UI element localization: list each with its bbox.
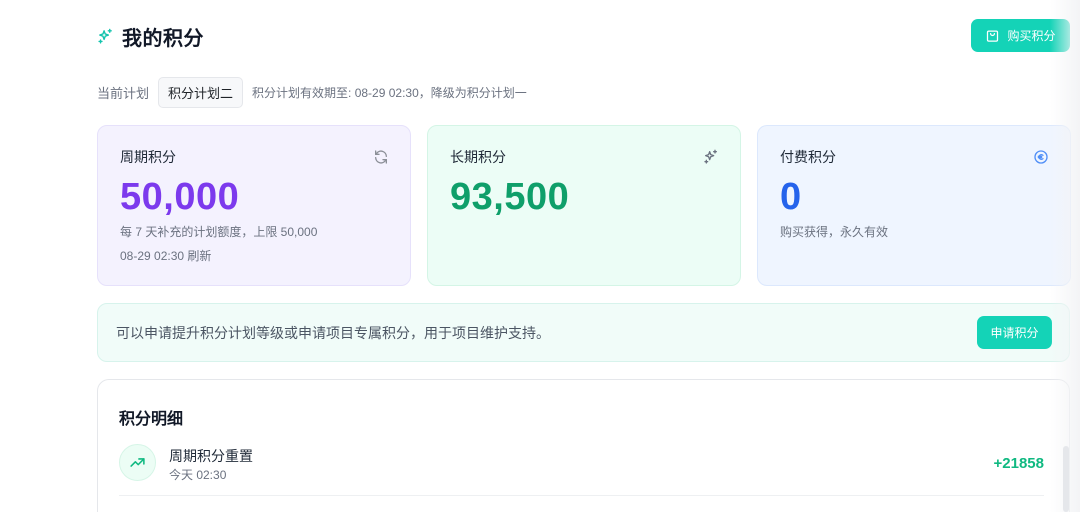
details-title: 积分明细: [119, 411, 184, 428]
scrollbar-thumb[interactable]: [1063, 446, 1069, 512]
points-page: 我的积分 购买积分 当前计划 积分计划二 积分计划有效期至: 08-29 02:…: [0, 0, 1080, 512]
long-term-points-card: 长期积分 93,500: [427, 125, 741, 286]
card-value: 50,000: [120, 176, 240, 218]
refresh-icon[interactable]: [373, 149, 389, 165]
plan-expiry-note: 积分计划有效期至: 08-29 02:30，降级为积分计划一: [252, 86, 527, 100]
points-details-panel: 积分明细 周期积分重置 今天 02:30 +21858: [97, 379, 1070, 512]
card-value: 93,500: [450, 176, 570, 218]
card-label: 付费积分: [780, 149, 836, 165]
card-description: 每 7 天补充的计划额度，上限 50,000: [120, 225, 318, 239]
card-value: 0: [780, 176, 802, 218]
shopping-bag-icon: [985, 28, 1000, 43]
page-header: 我的积分: [97, 22, 204, 51]
plan-row: 当前计划 积分计划二 积分计划有效期至: 08-29 02:30，降级为积分计划…: [97, 77, 527, 108]
sparkle-icon: [703, 149, 719, 165]
item-time: 今天 02:30: [169, 468, 227, 482]
paid-points-card: 付费积分 0 购买获得，永久有效: [757, 125, 1071, 286]
page-title: 我的积分: [122, 28, 204, 50]
item-amount: +21858: [993, 455, 1044, 472]
trending-up-icon: [119, 444, 156, 481]
apply-notice: 可以申请提升积分计划等级或申请项目专属积分，用于项目维护支持。 申请积分: [97, 303, 1070, 362]
apply-points-button[interactable]: 申请积分: [977, 316, 1052, 349]
card-refresh-time: 08-29 02:30 刷新: [120, 249, 212, 263]
list-item[interactable]: 周期积分重置 今天 02:30 +21858: [119, 440, 1044, 496]
card-description: 购买获得，永久有效: [780, 225, 889, 239]
current-plan-chip[interactable]: 积分计划二: [158, 77, 244, 108]
card-label: 长期积分: [450, 149, 506, 165]
plan-label: 当前计划: [97, 86, 150, 101]
cycle-points-card: 周期积分 50,000 每 7 天补充的计划额度，上限 50,000 08-29…: [97, 125, 411, 286]
sparkle-icon: [97, 28, 114, 45]
buy-points-button[interactable]: 购买积分: [971, 19, 1070, 52]
coin-icon: [1033, 149, 1049, 165]
card-label: 周期积分: [120, 149, 176, 165]
notice-text: 可以申请提升积分计划等级或申请项目专属积分，用于项目维护支持。: [116, 324, 550, 341]
buy-points-label: 购买积分: [1007, 29, 1056, 43]
item-title: 周期积分重置: [169, 448, 253, 464]
